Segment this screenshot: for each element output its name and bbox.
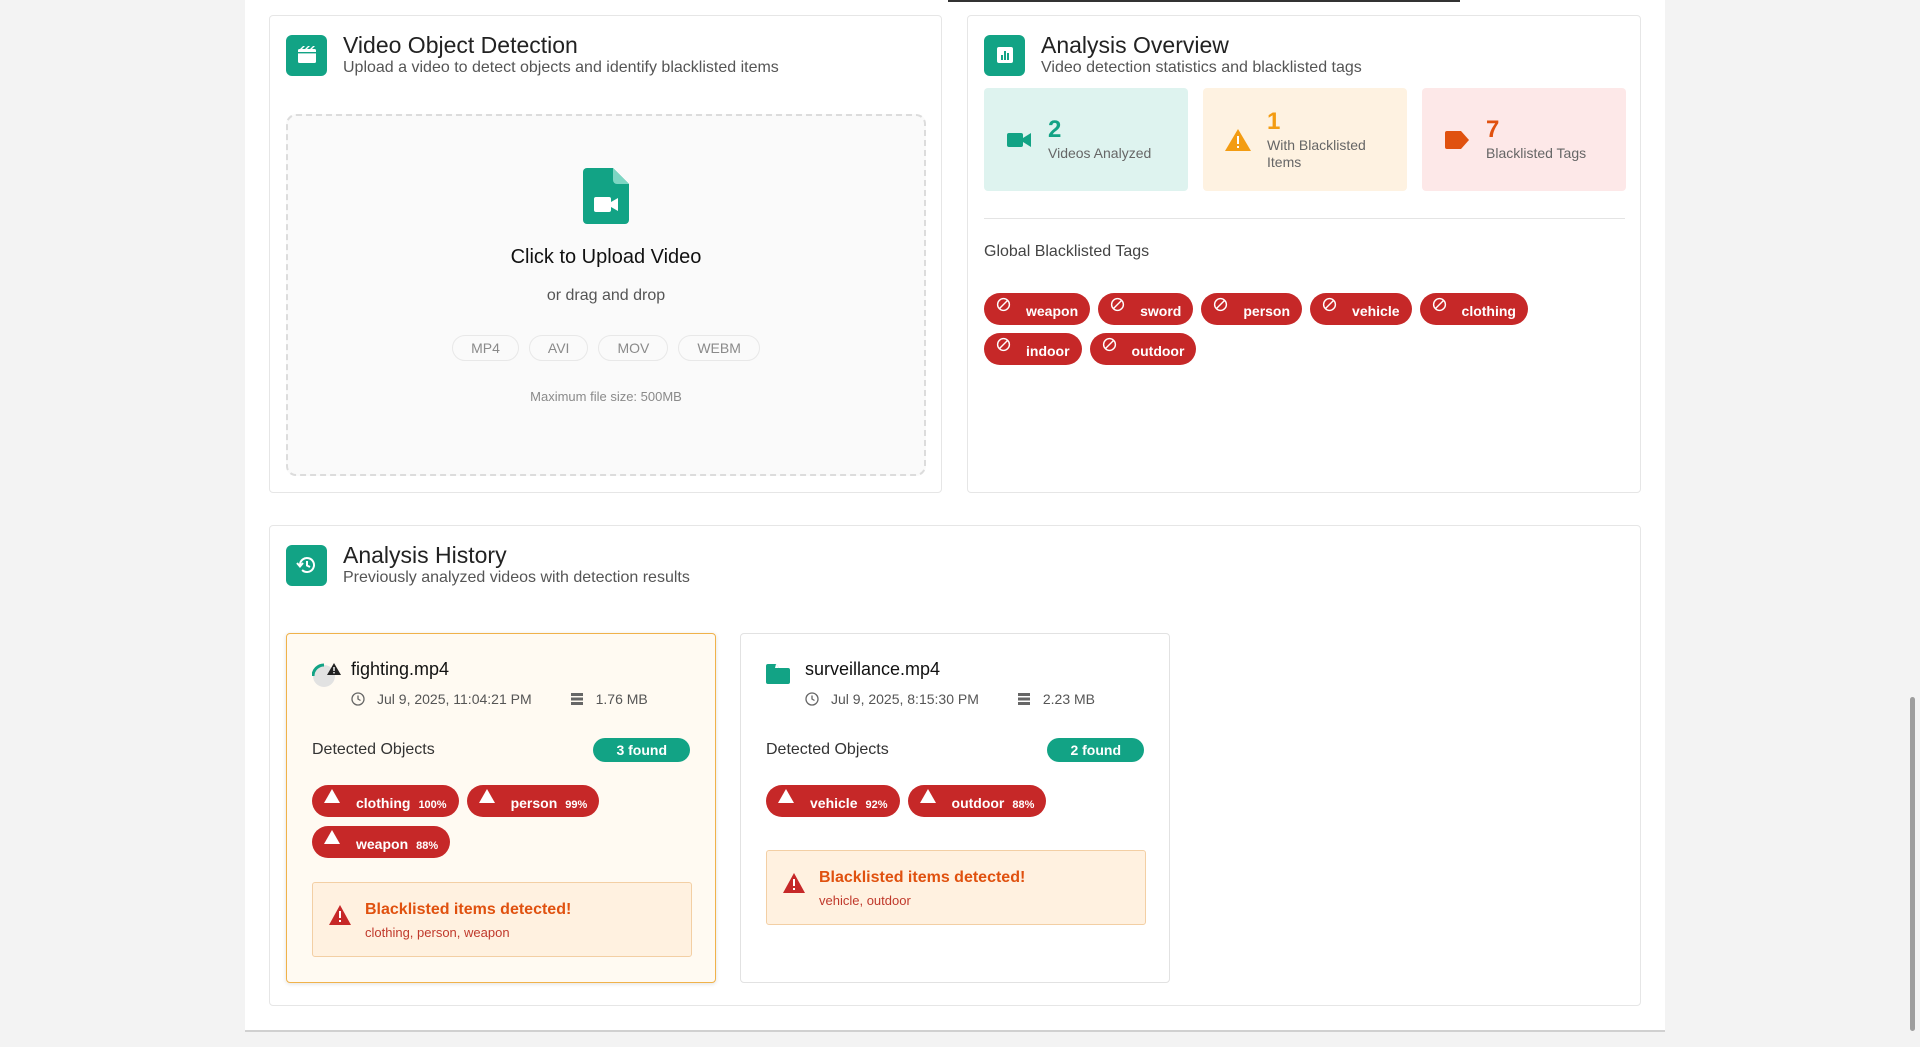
video-file-icon (766, 664, 790, 684)
overview-card: Analysis Overview Video detection statis… (967, 15, 1641, 493)
found-count-badge: 3 found (593, 738, 690, 762)
detected-objects-label: Detected Objects (766, 741, 889, 758)
upload-card-title: Video Object Detection (343, 32, 578, 58)
stat-videos-analyzed: 2 Videos Analyzed (984, 88, 1188, 191)
section-divider (984, 218, 1625, 219)
upload-card-subtitle: Upload a video to detect objects and ide… (343, 59, 779, 76)
ban-icon (996, 337, 1011, 352)
blacklist-tag[interactable]: vehicle (1310, 293, 1412, 325)
video-camera-icon (1006, 132, 1032, 148)
stat-with-blacklisted: 1 With Blacklisted Items (1203, 88, 1407, 191)
blacklist-alert: Blacklisted items detected! vehicle, out… (766, 850, 1146, 925)
storage-icon (1017, 693, 1030, 705)
ban-icon (1214, 297, 1228, 312)
alert-items: vehicle, outdoor (819, 893, 911, 908)
alert-items: clothing, person, weapon (365, 925, 510, 940)
stat-value: 7 (1486, 116, 1500, 143)
history-card-header: Analysis History Previously analyzed vid… (286, 541, 690, 589)
page-scrollbar[interactable] (1910, 697, 1915, 1031)
storage-icon (570, 693, 583, 705)
stat-value: 1 (1267, 107, 1281, 135)
history-item[interactable]: fighting.mp4 Jul 9, 2025, 11:04:21 PM 1.… (286, 633, 716, 983)
video-filename: fighting.mp4 (351, 659, 450, 679)
detected-object-tag: outdoor 88% (907, 785, 1047, 817)
format-badge: AVI (528, 335, 589, 361)
clock-icon (351, 692, 365, 706)
detected-objects-label: Detected Objects (312, 741, 435, 758)
top-divider (948, 0, 1460, 2)
history-icon (286, 544, 327, 586)
ban-icon (1432, 297, 1446, 312)
blacklist-tag[interactable]: outdoor (1089, 333, 1197, 365)
video-meta: Jul 9, 2025, 8:15:30 PM 2.23 MB (805, 691, 1095, 707)
blacklist-tag[interactable]: weapon (984, 293, 1091, 325)
overview-card-header: Analysis Overview Video detection statis… (984, 31, 1362, 79)
warning-icon (478, 789, 495, 803)
upload-drag-hint: or drag and drop (546, 287, 666, 304)
format-badge: MP4 (452, 335, 519, 361)
stat-label: Blacklisted Tags (1486, 145, 1587, 161)
video-size: 1.76 MB (595, 691, 648, 707)
loading-warning-icon (311, 661, 342, 689)
alert-icon (329, 905, 351, 925)
ban-icon (1111, 297, 1125, 312)
warning-icon (1225, 128, 1251, 151)
stat-label: Videos Analyzed (1048, 145, 1152, 161)
detected-object-tag: person 99% (466, 785, 600, 817)
history-subtitle: Previously analyzed videos with detectio… (343, 569, 690, 586)
video-filename: surveillance.mp4 (805, 659, 941, 679)
detected-object-list: vehicle 92% outdoor 88% (766, 785, 1146, 817)
detected-object-tag: vehicle 92% (766, 785, 900, 817)
alert-title: Blacklisted items detected! (819, 869, 1026, 886)
chart-icon (984, 34, 1025, 76)
format-badge: WEBM (678, 335, 760, 361)
detected-object-tag: weapon 88% (312, 826, 451, 858)
ban-icon (996, 297, 1011, 312)
blacklist-alert: Blacklisted items detected! clothing, pe… (312, 882, 692, 957)
stat-value: 2 (1048, 116, 1062, 143)
stat-blacklisted-tags: 7 Blacklisted Tags (1422, 88, 1626, 191)
alert-title: Blacklisted items detected! (365, 901, 572, 918)
clock-icon (805, 692, 819, 706)
detected-object-tag: clothing 100% (312, 785, 459, 817)
video-file-icon (583, 168, 629, 224)
format-badge: MOV (598, 335, 669, 361)
video-meta: Jul 9, 2025, 11:04:21 PM 1.76 MB (351, 691, 648, 707)
upload-title: Click to Upload Video (510, 246, 702, 268)
history-card: Analysis History Previously analyzed vid… (269, 525, 1641, 1006)
found-count-badge: 2 found (1047, 738, 1144, 762)
ban-icon (1322, 297, 1337, 312)
upload-card: Video Object Detection Upload a video to… (269, 15, 942, 493)
video-date: Jul 9, 2025, 8:15:30 PM (831, 691, 979, 707)
blacklist-tag[interactable]: person (1201, 293, 1303, 325)
overview-title: Analysis Overview (1041, 32, 1229, 58)
blacklist-tag[interactable]: indoor (984, 333, 1082, 365)
upload-card-header: Video Object Detection Upload a video to… (286, 31, 779, 79)
page-container: Video Object Detection Upload a video to… (245, 0, 1665, 1032)
tag-icon (1444, 130, 1470, 149)
history-title: Analysis History (343, 542, 507, 568)
video-date: Jul 9, 2025, 11:04:21 PM (377, 691, 532, 707)
blacklisted-tag-list: weapon sword person vehicle clothing ind… (984, 293, 1584, 365)
blacklist-tag[interactable]: clothing (1419, 293, 1528, 325)
clapperboard-icon (286, 34, 327, 76)
warning-icon (324, 789, 340, 803)
format-list: MP4 AVI MOV WEBM (288, 335, 924, 361)
stat-label: With Blacklisted Items (1267, 136, 1366, 170)
overview-subtitle: Video detection statistics and blacklist… (1041, 59, 1362, 76)
warning-icon (919, 789, 936, 803)
ban-icon (1102, 337, 1116, 352)
blacklisted-tags-label: Global Blacklisted Tags (984, 243, 1150, 260)
alert-icon (783, 873, 805, 893)
max-file-size: Maximum file size: 500MB (530, 389, 682, 404)
video-size: 2.23 MB (1042, 691, 1096, 707)
blacklist-tag[interactable]: sword (1098, 293, 1194, 325)
detected-object-list: clothing 100% person 99% weapon 88% (312, 785, 692, 858)
warning-icon (324, 830, 340, 844)
upload-dropzone[interactable]: Click to Upload Video or drag and drop M… (286, 114, 926, 476)
warning-icon (778, 789, 794, 803)
history-item[interactable]: surveillance.mp4 Jul 9, 2025, 8:15:30 PM… (740, 633, 1170, 983)
